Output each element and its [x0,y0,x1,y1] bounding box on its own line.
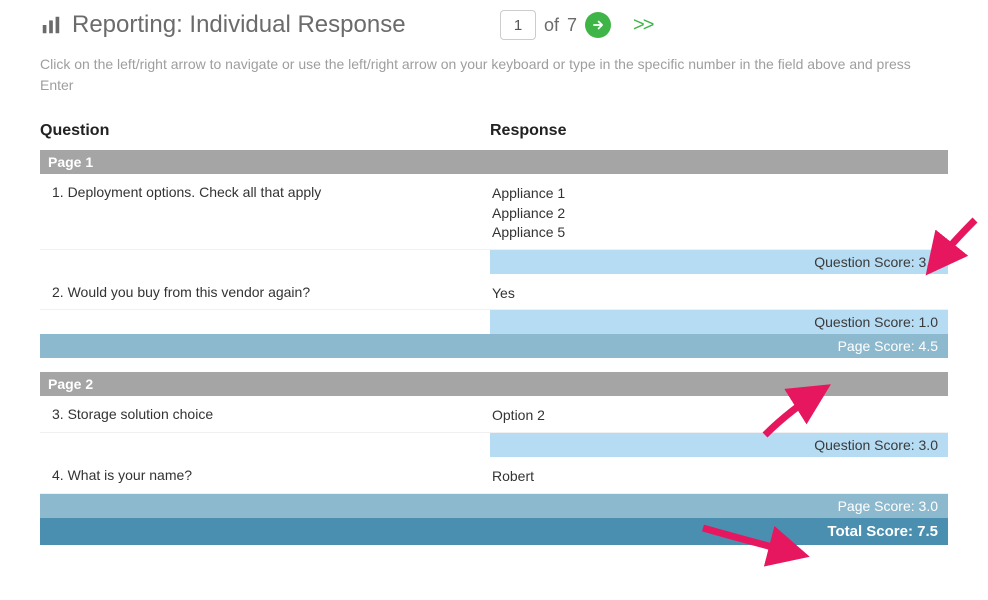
page-score: Page Score: 3.0 [40,494,948,518]
arrow-right-icon [591,18,605,32]
response-text: Option 2 [492,406,936,426]
response-value: Robert [492,467,936,487]
column-headers: Question Response [40,122,948,140]
page-header: Page 2 [40,372,948,396]
header: Reporting: Individual Response of 7 >> [40,10,948,40]
question-row: 2. Would you buy from this vendor again?… [40,274,948,311]
response-navigator: of 7 >> [500,10,652,40]
title-text: Reporting: Individual Response [72,11,406,39]
response-value: Yes [492,284,936,304]
response-value: Option 2 [492,406,936,426]
question-row: 4. What is your name? Robert [40,457,948,494]
response-text: Robert [492,467,936,487]
instructions-text: Click on the left/right arrow to navigat… [40,54,948,96]
total-score: Total Score: 7.5 [40,518,948,545]
page-title: Reporting: Individual Response [40,11,500,39]
fast-forward-button[interactable]: >> [633,14,652,37]
question-text: 3. Storage solution choice [52,406,492,422]
total-count: 7 [567,15,577,36]
question-row: 1. Deployment options. Check all that ap… [40,174,948,250]
response-value: Appliance 5 [492,223,936,243]
go-button[interactable] [585,12,611,38]
question-text: 2. Would you buy from this vendor again? [52,284,492,300]
bar-chart-icon [40,14,62,36]
response-text: Yes [492,284,936,304]
question-row: 3. Storage solution choice Option 2 [40,396,948,433]
question-score: Question Score: 1.0 [490,310,948,334]
question-text: 1. Deployment options. Check all that ap… [52,184,492,200]
question-score: Question Score: 3.0 [490,433,948,457]
page-header: Page 1 [40,150,948,174]
response-value: Appliance 2 [492,204,936,224]
response-text: Appliance 1 Appliance 2 Appliance 5 [492,184,936,243]
question-header: Question [40,122,490,140]
response-value: Appliance 1 [492,184,936,204]
response-number-input[interactable] [500,10,536,40]
page-score: Page Score: 4.5 [40,334,948,358]
response-header: Response [490,122,948,140]
question-text: 4. What is your name? [52,467,492,483]
question-score: Question Score: 3.5 [490,250,948,274]
of-label: of [544,15,559,36]
